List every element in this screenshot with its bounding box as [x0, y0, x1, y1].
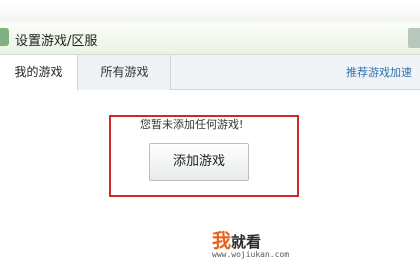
top-strip — [0, 0, 420, 22]
watermark-brand: 我就看 — [212, 226, 261, 253]
add-game-button[interactable]: 添加游戏 — [149, 143, 249, 181]
watermark-brand-rest: 就看 — [231, 233, 262, 251]
tab-my-games[interactable]: 我的游戏 — [0, 55, 78, 91]
recommend-games-link[interactable]: 推荐游戏加速 — [346, 64, 412, 80]
tab-all-games[interactable]: 所有游戏 — [79, 55, 171, 90]
window-corner-edge — [408, 28, 420, 48]
empty-state-message: 您暂未添加任何游戏! — [140, 118, 244, 131]
site-watermark: 我就看 www.wojiukan.com — [212, 226, 342, 266]
watermark-brand-first: 我 — [212, 230, 232, 252]
app-icon — [0, 28, 9, 46]
title-bar: 设置游戏/区服 — [0, 22, 420, 55]
watermark-url: www.wojiukan.com — [212, 250, 290, 259]
game-list-panel: 您暂未添加任何游戏! 添加游戏 我就看 www.wojiukan.com — [0, 90, 420, 280]
tab-bar: 我的游戏 所有游戏 推荐游戏加速 — [0, 55, 420, 91]
window-title: 设置游戏/区服 — [15, 34, 98, 49]
